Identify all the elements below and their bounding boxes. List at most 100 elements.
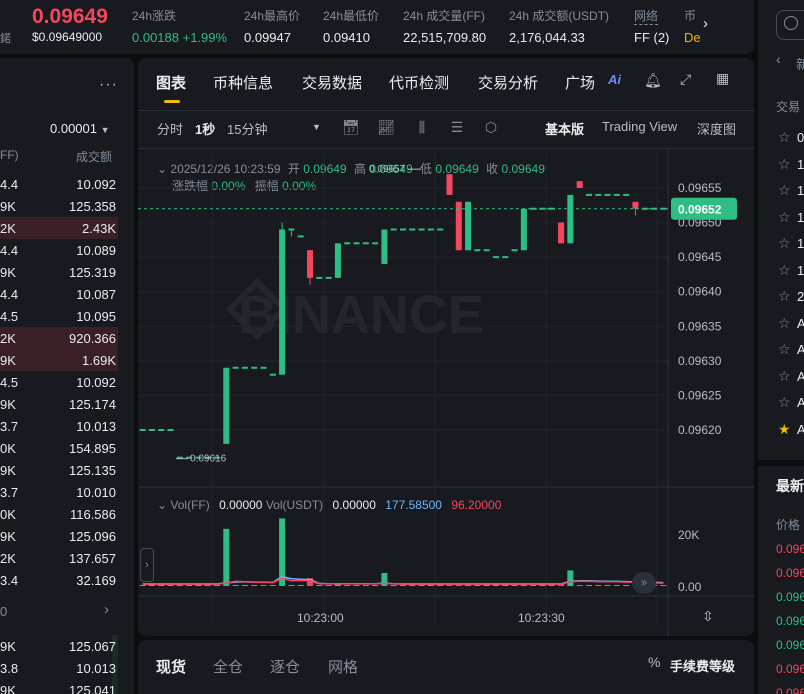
vol-ff-label: Vol(FF)	[170, 498, 210, 512]
order-book-row[interactable]: 3.7 10.013	[0, 415, 118, 437]
tab-5[interactable]: 广场	[565, 72, 595, 93]
ai-icon[interactable]: Ai	[608, 72, 621, 87]
more-options-icon[interactable]: ···	[99, 76, 118, 94]
star-icon[interactable]: ☆	[778, 129, 791, 146]
order-book-row[interactable]: 9K 125.358	[0, 195, 118, 217]
trade-tab-3[interactable]: 网格	[328, 656, 358, 677]
order-book-row[interactable]: 9K 125.319	[0, 261, 118, 283]
market-symbol[interactable]: 1	[797, 157, 804, 172]
market-symbol[interactable]: 1	[797, 236, 804, 251]
chevron-left-icon[interactable]: ‹	[776, 51, 781, 67]
market-symbol[interactable]: A	[797, 316, 804, 331]
order-book-row[interactable]: 3.4 32.169	[0, 569, 118, 591]
order-book-row[interactable]: 4.4 10.092	[0, 173, 118, 195]
tab-3[interactable]: 代币检测	[389, 72, 449, 93]
stat-volume-value: 22,515,709.80	[403, 30, 487, 45]
market-symbol[interactable]: 1	[797, 263, 804, 278]
collapse-left-handle[interactable]: ›	[140, 548, 154, 582]
star-icon[interactable]: ★	[778, 421, 791, 438]
order-book-row[interactable]: 0K 154.895	[0, 437, 118, 459]
volume-bar	[325, 585, 332, 586]
volume-bar	[520, 585, 527, 586]
interval-1s[interactable]: 1秒	[195, 119, 215, 138]
order-book-row[interactable]: 2K 2.43K	[0, 217, 118, 239]
stat-network-label[interactable]: 网络	[634, 7, 659, 25]
order-book-row[interactable]: 3.7 10.010	[0, 481, 118, 503]
order-book-row[interactable]: 4.4 10.087	[0, 283, 118, 305]
view-basic[interactable]: 基本版	[545, 119, 584, 138]
expand-icon[interactable]: ⤢	[680, 71, 691, 88]
order-book-row[interactable]: 9K 125.174	[0, 393, 118, 415]
order-book-row[interactable]: 2K 137.657	[0, 547, 118, 569]
chevron-down-icon[interactable]: ⌄	[157, 498, 167, 512]
right-tab-fragment[interactable]: 新	[796, 54, 804, 73]
stat-volume-label: 24h 成交量(FF)	[403, 9, 486, 23]
stat-network-value[interactable]: FF (2)	[634, 30, 669, 45]
order-book-row[interactable]: 9K 125.135	[0, 459, 118, 481]
fit-height-icon[interactable]: ⇳	[702, 608, 714, 625]
order-book-row[interactable]: 4.5 10.095	[0, 305, 118, 327]
interval-15m[interactable]: 15分钟	[227, 119, 267, 138]
trade-tab-0[interactable]: 现货	[156, 656, 186, 677]
volume-bar	[372, 585, 379, 586]
hexagon-icon[interactable]: ⬡	[481, 117, 501, 137]
tab-0[interactable]: 图表	[156, 72, 186, 93]
fee-level-link[interactable]: 手续费等级	[670, 656, 735, 675]
star-icon[interactable]: ☆	[778, 182, 791, 199]
order-book-row[interactable]: 4.5 10.092	[0, 371, 118, 393]
interval-timeline[interactable]: 分时	[157, 119, 183, 138]
tab-1[interactable]: 币种信息	[213, 72, 273, 93]
star-icon[interactable]: ☆	[778, 156, 791, 173]
chevron-down-icon[interactable]: ▼	[312, 122, 321, 132]
market-symbol[interactable]: 0	[797, 130, 804, 145]
candle-body	[344, 242, 351, 245]
view-depth[interactable]: 深度图	[697, 119, 736, 138]
chevron-right-icon[interactable]: ›	[104, 601, 109, 618]
order-book-row[interactable]: 0K 116.586	[0, 503, 118, 525]
market-symbol[interactable]: A	[797, 422, 804, 437]
precision-select[interactable]: 0.00001 ▼	[50, 121, 110, 136]
order-book-row[interactable]: 9K 1.69K	[0, 349, 118, 371]
tab-4[interactable]: 交易分析	[478, 72, 538, 93]
candle-body	[279, 229, 286, 375]
market-symbol[interactable]: 2	[797, 289, 804, 304]
market-symbol[interactable]: 1	[797, 183, 804, 198]
candlestick-chart[interactable]: BINANCE0.096550.096500.096450.096400.096…	[138, 150, 754, 636]
latest-trades-title[interactable]: 最新	[776, 476, 804, 496]
scroll-right-icon[interactable]: »	[632, 572, 656, 594]
grid-layout-icon[interactable]: ▦	[716, 70, 729, 87]
order-book-row[interactable]: 4.4 10.089	[0, 239, 118, 261]
chevron-right-icon[interactable]: ›	[703, 15, 717, 32]
star-icon[interactable]: ☆	[778, 341, 791, 358]
ob-header-amount: 成交额	[76, 150, 113, 164]
market-symbol[interactable]: A	[797, 369, 804, 384]
order-book-row[interactable]: 9K 125.041	[0, 679, 118, 694]
bell-icon[interactable]: 🔔︎	[644, 72, 662, 89]
trade-tab-2[interactable]: 逐仓	[270, 656, 300, 677]
market-symbol[interactable]: 1	[797, 210, 804, 225]
market-symbol[interactable]: A	[797, 342, 804, 357]
trade-tab-1[interactable]: 全仓	[213, 656, 243, 677]
order-book-row[interactable]: 2K 920.366	[0, 327, 118, 349]
market-symbol[interactable]: A	[797, 395, 804, 410]
tab-2[interactable]: 交易数据	[302, 72, 362, 93]
order-book-row[interactable]: 9K 125.067	[0, 635, 118, 657]
candle-body	[558, 222, 565, 244]
ob-qty: 3.8	[0, 661, 19, 676]
time-axis-tick: 10:23:00	[297, 611, 344, 625]
star-icon[interactable]: ☆	[778, 368, 791, 385]
order-book-row[interactable]: 9K 125.096	[0, 525, 118, 547]
star-icon[interactable]: ☆	[778, 262, 791, 279]
star-icon[interactable]: ☆	[778, 315, 791, 332]
star-icon[interactable]: ☆	[778, 235, 791, 252]
chart-settings-icon[interactable]: ☰	[447, 117, 467, 137]
order-book-row[interactable]: 3.8 10.013	[0, 657, 118, 679]
star-icon[interactable]: ☆	[778, 394, 791, 411]
calendar-icon[interactable]: 📅︎	[341, 117, 361, 137]
volume-bar	[427, 585, 434, 586]
star-icon[interactable]: ☆	[778, 209, 791, 226]
star-icon[interactable]: ☆	[778, 288, 791, 305]
candle-type-icon[interactable]: ⫼	[412, 117, 432, 137]
indicator-icon[interactable]: 📈︎	[376, 117, 396, 137]
view-tradingview[interactable]: Trading View	[602, 119, 677, 134]
